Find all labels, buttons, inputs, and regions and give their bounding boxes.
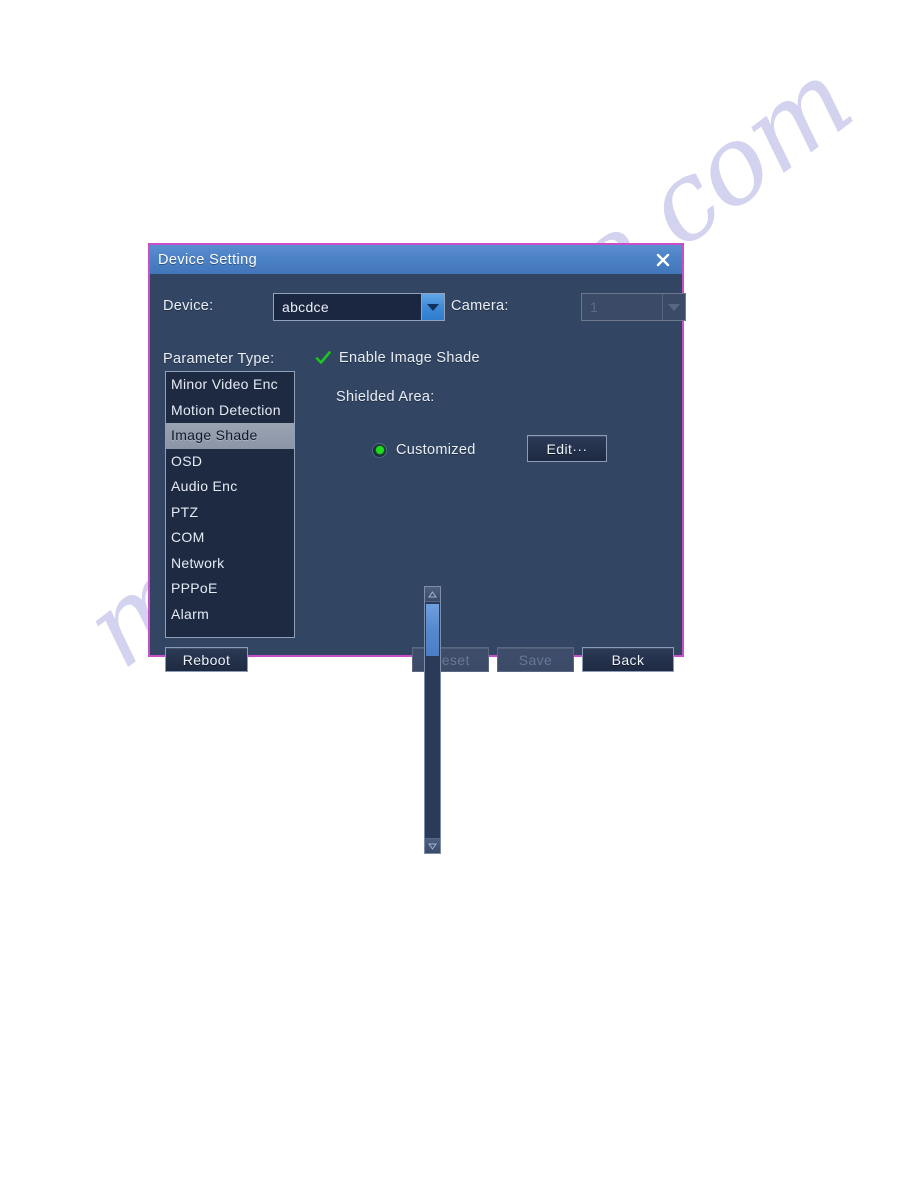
list-item[interactable]: PTZ xyxy=(166,500,294,526)
camera-select-value: 1 xyxy=(590,299,599,315)
camera-select-arrow-button[interactable] xyxy=(662,294,685,320)
shielded-area-label: Shielded Area: xyxy=(336,389,435,405)
device-label: Device: xyxy=(163,298,214,314)
document-page: manualshive.com Device Setting Device: a… xyxy=(0,0,918,1188)
edit-button[interactable]: Edit··· xyxy=(527,435,607,462)
enable-image-shade-checkbox[interactable]: Enable Image Shade xyxy=(315,350,480,366)
list-item[interactable]: Network xyxy=(166,551,294,577)
radio-selected-icon xyxy=(372,442,387,458)
chevron-down-icon xyxy=(668,303,680,311)
camera-label: Camera: xyxy=(451,298,509,314)
parameter-type-label: Parameter Type: xyxy=(163,351,275,367)
chevron-down-icon xyxy=(427,303,439,311)
scrollbar-thumb[interactable] xyxy=(426,604,439,656)
scrollbar-down-button[interactable] xyxy=(425,838,440,853)
list-item[interactable]: COM xyxy=(166,525,294,551)
device-select[interactable]: abcdce xyxy=(273,293,445,321)
scrollbar-up-button[interactable] xyxy=(425,587,440,602)
caret-up-icon xyxy=(428,590,437,598)
list-item[interactable]: OSD xyxy=(166,449,294,475)
dialog-titlebar: Device Setting xyxy=(150,245,682,274)
list-item[interactable]: Motion Detection xyxy=(166,398,294,424)
device-camera-row: Device: abcdce Camera: 1 xyxy=(163,293,686,323)
list-item[interactable]: Audio Enc xyxy=(166,474,294,500)
enable-image-shade-label: Enable Image Shade xyxy=(339,350,480,366)
device-setting-dialog: Device Setting Device: abcdce Camera: 1 … xyxy=(148,243,686,854)
save-button: Save xyxy=(497,647,574,672)
parameter-type-scrollbar[interactable] xyxy=(424,586,441,854)
list-item[interactable]: Alarm xyxy=(166,602,294,628)
close-icon xyxy=(655,252,671,268)
dialog-body: Device: abcdce Camera: 1 Parameter Type: xyxy=(150,274,686,672)
list-item[interactable]: Minor Video Enc xyxy=(166,372,294,398)
customized-radio[interactable]: Customized xyxy=(372,442,476,458)
list-item[interactable]: Image Shade xyxy=(166,423,294,449)
device-select-arrow-button[interactable] xyxy=(421,294,444,320)
list-item[interactable]: PPPoE xyxy=(166,576,294,602)
close-button[interactable] xyxy=(650,248,676,272)
customized-label: Customized xyxy=(396,442,476,458)
back-button[interactable]: Back xyxy=(582,647,674,672)
dialog-title: Device Setting xyxy=(158,251,258,268)
check-icon xyxy=(315,350,331,366)
device-select-value: abcdce xyxy=(282,299,329,315)
camera-select[interactable]: 1 xyxy=(581,293,686,321)
caret-down-icon xyxy=(428,843,437,850)
parameter-type-list[interactable]: Minor Video Enc Motion Detection Image S… xyxy=(165,371,295,638)
reboot-button[interactable]: Reboot xyxy=(165,647,248,672)
radio-dot xyxy=(375,446,384,454)
